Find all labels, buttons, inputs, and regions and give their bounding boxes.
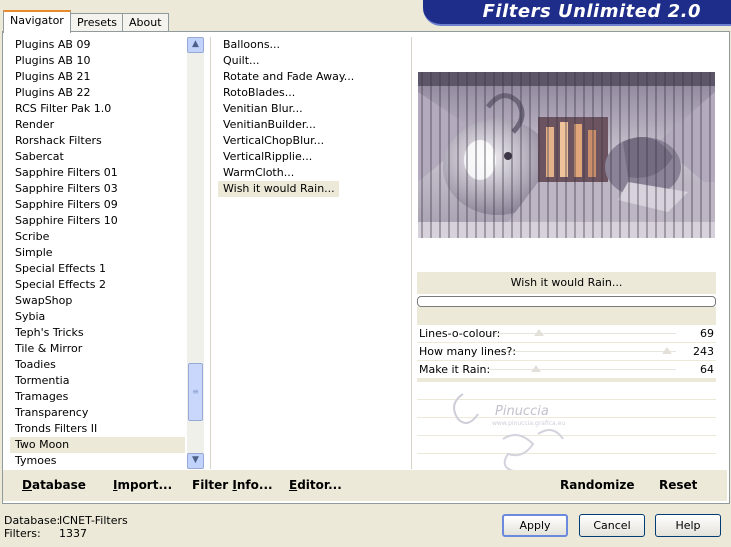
parameter-slider-track[interactable] <box>489 333 676 334</box>
import-button[interactable]: Import... <box>113 478 172 492</box>
parameter-value: 69 <box>700 327 714 340</box>
filter-item[interactable]: VenitianBuilder... <box>218 117 408 133</box>
database-mnemonic: D <box>22 478 32 492</box>
status-area: Database:ICNET-Filters Filters: 1337 <box>4 514 128 540</box>
category-item[interactable]: Tronds Filters II <box>10 421 185 437</box>
parameter-slider-knob[interactable] <box>661 347 672 354</box>
editor-label: ditor... <box>297 478 342 492</box>
tab-about[interactable]: About <box>122 13 169 32</box>
category-item[interactable]: Plugins AB 10 <box>10 53 185 69</box>
category-item[interactable]: Sapphire Filters 03 <box>10 181 185 197</box>
preview-image <box>418 72 715 238</box>
category-item[interactable]: Special Effects 1 <box>10 261 185 277</box>
category-item[interactable]: Simple <box>10 245 185 261</box>
watermark-logo <box>443 384 583 477</box>
category-item[interactable]: Toadies <box>10 357 185 373</box>
category-item[interactable]: Sybia <box>10 309 185 325</box>
parameter-label: How many lines?: <box>419 345 517 358</box>
watermark-text: Pinuccia <box>495 404 549 419</box>
scroll-thumb[interactable]: ≡ <box>188 363 203 421</box>
parameter-row[interactable]: Lines-o-colour: 69 <box>417 325 716 342</box>
parameter-label: Lines-o-colour: <box>419 327 501 340</box>
scroll-down-icon[interactable]: ▼ <box>187 453 204 469</box>
database-label: atabase <box>31 478 86 492</box>
category-list[interactable]: Plugins AB 09 Plugins AB 10 Plugins AB 21 P… <box>10 37 185 469</box>
tab-navigator[interactable]: Navigator <box>3 10 71 33</box>
category-item[interactable]: SwapShop <box>10 293 185 309</box>
category-item[interactable]: Plugins AB 21 <box>10 69 185 85</box>
progress-bar <box>417 296 716 307</box>
randomize-button[interactable]: Randomize <box>560 478 634 492</box>
filter-info-label-b: nfo... <box>236 478 273 492</box>
category-item[interactable]: Teph's Tricks <box>10 325 185 341</box>
parameter-slider-knob[interactable] <box>530 365 541 372</box>
banner-title: Filters Unlimited 2.0 <box>482 1 701 22</box>
category-item[interactable]: Sabercat <box>10 149 185 165</box>
category-item[interactable]: Sapphire Filters 10 <box>10 213 185 229</box>
reset-button[interactable]: Reset <box>659 478 697 492</box>
category-item[interactable]: Two Moon <box>10 437 185 453</box>
import-label: mport... <box>117 478 173 492</box>
category-scrollbar[interactable]: ▲ ≡ ▼ <box>187 37 204 469</box>
list-divider <box>411 37 412 469</box>
parameter-slider-track[interactable] <box>489 351 676 352</box>
filter-item[interactable]: Rotate and Fade Away... <box>218 69 408 85</box>
database-status-label: Database: <box>4 514 61 527</box>
filters-status-label: Filters: <box>4 527 41 540</box>
editor-mnemonic: E <box>289 478 298 492</box>
filter-item[interactable]: RotoBlades... <box>218 85 408 101</box>
category-item[interactable]: Rorshack Filters <box>10 133 185 149</box>
filter-info-label-a: Filter <box>192 478 233 492</box>
parameter-slider-track[interactable] <box>489 369 676 370</box>
list-divider <box>210 37 211 469</box>
category-item[interactable]: Special Effects 2 <box>10 277 185 293</box>
title-banner: Filters Unlimited 2.0 <box>423 0 731 26</box>
filter-item[interactable]: VerticalChopBlur... <box>218 133 408 149</box>
filter-item[interactable]: WarmCloth... <box>218 165 408 181</box>
filters-status-value: 1337 <box>59 527 87 540</box>
category-item[interactable]: Sapphire Filters 09 <box>10 197 185 213</box>
parameter-value: 64 <box>700 363 714 376</box>
category-item[interactable]: Scribe <box>10 229 185 245</box>
filter-item[interactable]: Venitian Blur... <box>218 101 408 117</box>
watermark-url: www.pinuccia.grafica.eu <box>492 420 566 427</box>
category-item[interactable]: Plugins AB 22 <box>10 85 185 101</box>
parameter-row[interactable]: How many lines?: 243 <box>417 343 716 360</box>
parameter-row[interactable]: Make it Rain: 64 <box>417 361 716 378</box>
category-item[interactable]: Tymoes <box>10 453 185 469</box>
editor-button[interactable]: Editor... <box>289 478 342 492</box>
preview-filter-name: Wish it would Rain... <box>417 272 716 294</box>
category-item[interactable]: Sapphire Filters 01 <box>10 165 185 181</box>
filter-list[interactable]: Balloons... Quilt... Rotate and Fade Away.… <box>218 37 408 469</box>
apply-button[interactable]: Apply <box>502 514 568 537</box>
filter-item[interactable]: VerticalRipplie... <box>218 149 408 165</box>
filter-item[interactable]: Wish it would Rain... <box>218 181 339 197</box>
parameter-slider-knob[interactable] <box>534 329 545 336</box>
help-button[interactable]: Help <box>655 514 721 537</box>
category-item[interactable]: Plugins AB 09 <box>10 37 185 53</box>
filter-item[interactable]: Balloons... <box>218 37 408 53</box>
parameter-value: 243 <box>693 345 714 358</box>
database-button[interactable]: Database <box>22 478 86 492</box>
cancel-button[interactable]: Cancel <box>579 514 645 537</box>
scroll-up-icon[interactable]: ▲ <box>187 37 204 53</box>
filter-info-button[interactable]: Filter Info... <box>192 478 273 492</box>
category-item[interactable]: Transparency <box>10 405 185 421</box>
category-item[interactable]: Tormentia <box>10 373 185 389</box>
filter-item[interactable]: Quilt... <box>218 53 408 69</box>
category-item[interactable]: Tramages <box>10 389 185 405</box>
parameter-label: Make it Rain: <box>419 363 491 376</box>
category-item[interactable]: RCS Filter Pak 1.0 <box>10 101 185 117</box>
category-item[interactable]: Render <box>10 117 185 133</box>
category-item[interactable]: Tile & Mirror <box>10 341 185 357</box>
database-status-value: ICNET-Filters <box>59 514 128 527</box>
tab-presets[interactable]: Presets <box>70 13 125 32</box>
